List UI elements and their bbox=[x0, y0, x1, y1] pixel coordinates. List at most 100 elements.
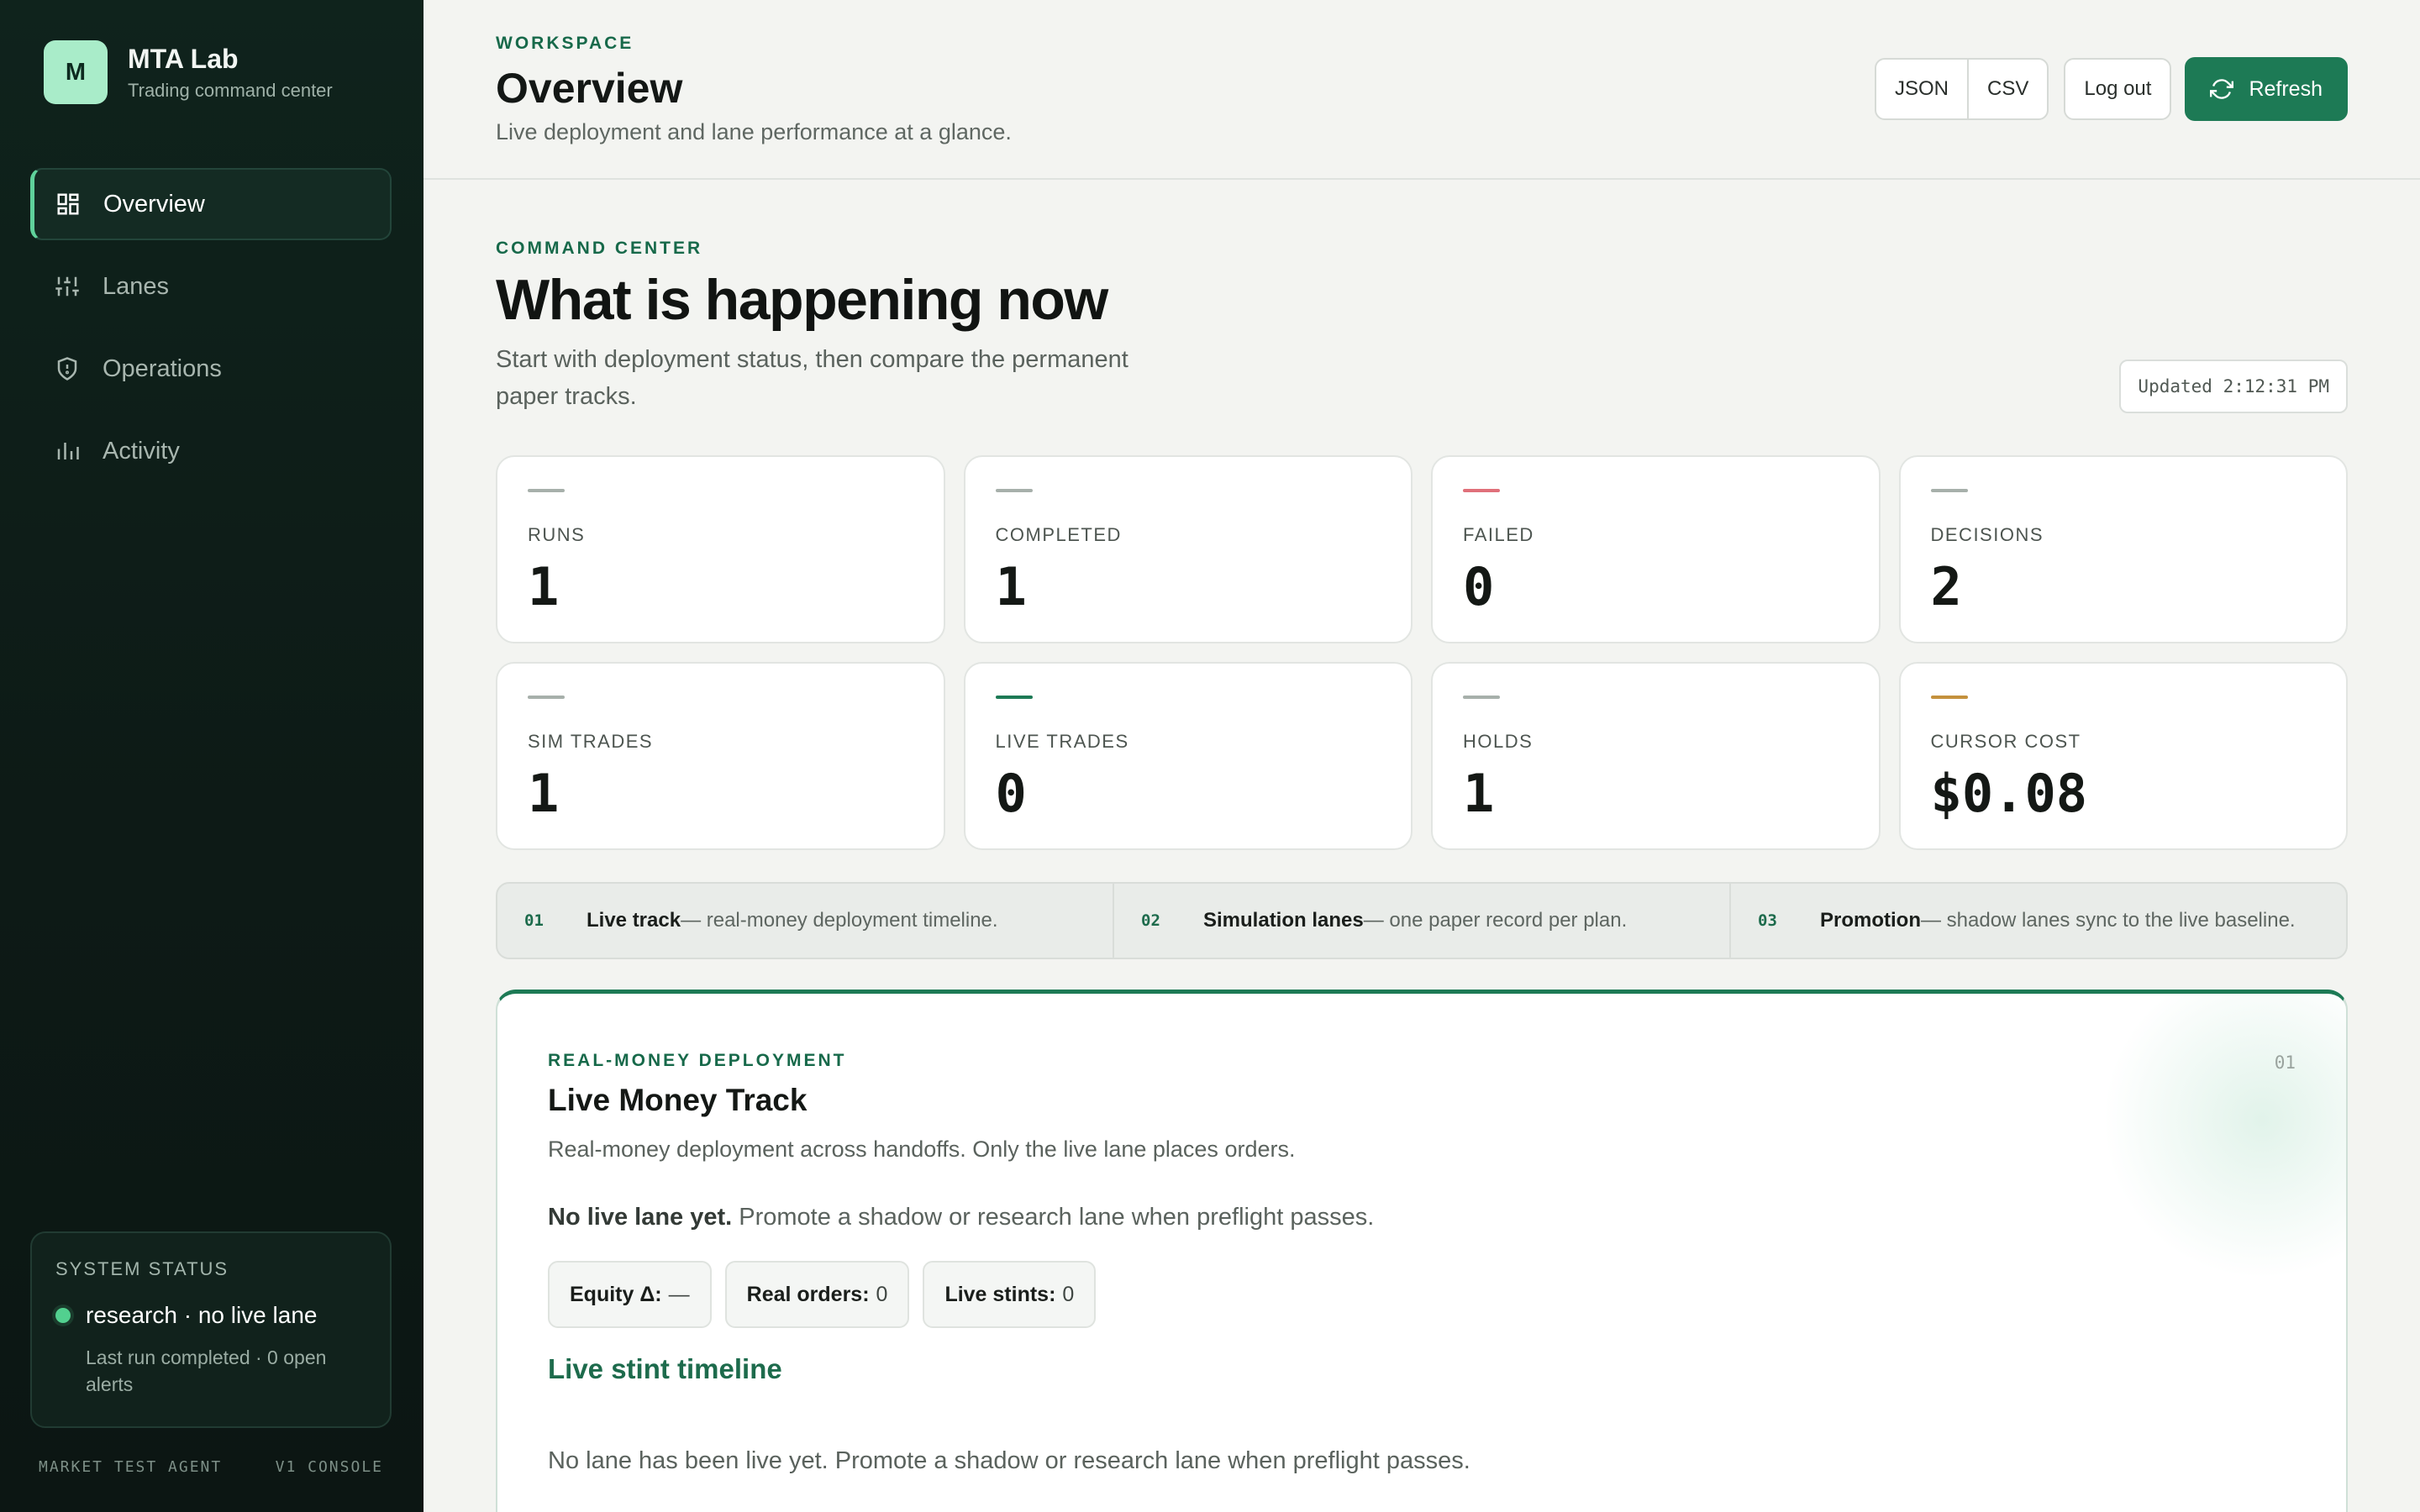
sidebar-item-label: Lanes bbox=[103, 272, 170, 300]
chip-equity-delta: Equity Δ: — bbox=[548, 1261, 712, 1328]
step-desc: — real-money deployment timeline. bbox=[681, 909, 998, 932]
live-metrics: Equity Δ: — Real orders: 0 Live stints: … bbox=[548, 1261, 1109, 1328]
chip-value: — bbox=[668, 1282, 690, 1306]
stat-card-completed: COMPLETED 1 bbox=[963, 455, 1413, 643]
command-center-subtitle: Start with deployment status, then compa… bbox=[496, 346, 1128, 410]
bar-chart-icon bbox=[54, 438, 81, 465]
stat-card-holds: HOLDS 1 bbox=[1431, 662, 1881, 850]
chip-real-orders: Real orders: 0 bbox=[724, 1261, 910, 1328]
step-number: 01 bbox=[524, 911, 544, 930]
brand-name: MTA Lab bbox=[128, 43, 239, 74]
sidebar-item-operations[interactable]: Operations bbox=[30, 333, 392, 405]
stat-accent-bar bbox=[528, 696, 565, 699]
export-group: JSON CSV bbox=[1875, 58, 2049, 120]
chip-label: Live stints: bbox=[944, 1282, 1056, 1306]
command-center-eyebrow: COMMAND CENTER bbox=[496, 239, 703, 258]
step-title: Live track bbox=[587, 909, 681, 932]
stat-label: CURSOR COST bbox=[1930, 731, 2081, 752]
stat-value: 1 bbox=[995, 556, 1027, 617]
step-live-track: 01 Live track — real-money deployment ti… bbox=[497, 884, 1113, 958]
live-stint-timeline-title: Live stint timeline bbox=[548, 1353, 782, 1384]
sidebar-item-overview[interactable]: Overview bbox=[30, 168, 392, 240]
stat-card-runs: RUNS 1 bbox=[496, 455, 945, 643]
refresh-label: Refresh bbox=[2249, 76, 2323, 101]
stat-accent-bar bbox=[1930, 489, 1968, 492]
export-csv-button[interactable]: CSV bbox=[1967, 60, 2047, 118]
live-card-message: No live lane yet. Promote a shadow or re… bbox=[548, 1204, 1374, 1231]
step-number: 02 bbox=[1141, 911, 1160, 930]
brand[interactable]: M MTA Lab Trading command center bbox=[44, 40, 333, 104]
stat-accent-bar bbox=[528, 489, 565, 492]
step-desc: — one paper record per plan. bbox=[1363, 909, 1628, 932]
sidebar-item-lanes[interactable]: Lanes bbox=[30, 250, 392, 323]
page-subtitle: Live deployment and lane performance at … bbox=[496, 119, 1012, 144]
system-status-card: SYSTEM STATUS research · no live lane La… bbox=[30, 1231, 392, 1428]
stat-card-sim-trades: SIM TRADES 1 bbox=[496, 662, 945, 850]
step-desc: — shadow lanes sync to the live baseline… bbox=[1921, 909, 2296, 932]
refresh-button[interactable]: Refresh bbox=[2185, 57, 2348, 121]
shield-icon bbox=[54, 355, 81, 382]
stat-accent-bar bbox=[1463, 696, 1500, 699]
logout-button[interactable]: Log out bbox=[2064, 58, 2172, 120]
stat-value: 1 bbox=[528, 763, 560, 824]
sidebar-item-activity[interactable]: Activity bbox=[30, 415, 392, 487]
stat-label: FAILED bbox=[1463, 524, 1534, 545]
stat-label: HOLDS bbox=[1463, 731, 1534, 752]
sidebar-nav: Overview Lanes Operations Activity bbox=[30, 168, 392, 497]
message-bold: No live lane yet. bbox=[548, 1204, 733, 1231]
stat-accent-bar bbox=[995, 696, 1033, 699]
chip-label: Real orders: bbox=[746, 1282, 870, 1306]
sliders-icon bbox=[54, 273, 81, 300]
status-state: research · no live lane bbox=[86, 1302, 318, 1328]
stat-accent-bar bbox=[1463, 489, 1500, 492]
sidebar-item-label: Operations bbox=[103, 354, 222, 382]
message-rest: Promote a shadow or research lane when p… bbox=[732, 1204, 1375, 1231]
stat-label: LIVE TRADES bbox=[995, 731, 1129, 752]
workflow-steps: 01 Live track — real-money deployment ti… bbox=[496, 882, 2348, 959]
header-actions: JSON CSV Log out Refresh bbox=[1875, 57, 2348, 121]
sidebar-item-label: Activity bbox=[103, 437, 180, 465]
brand-subtitle: Trading command center bbox=[128, 79, 333, 101]
stat-label: SIM TRADES bbox=[528, 731, 654, 752]
live-money-track-card: REAL-MONEY DEPLOYMENT 01 Live Money Trac… bbox=[496, 990, 2348, 1512]
page-title: Overview bbox=[496, 65, 683, 112]
stats-grid: RUNS 1 COMPLETED 1 FAILED 0 DECISIONS 2 … bbox=[496, 455, 2348, 850]
step-title: Promotion bbox=[1820, 909, 1921, 932]
live-card-eyebrow: REAL-MONEY DEPLOYMENT bbox=[548, 1051, 847, 1070]
stat-value: 1 bbox=[528, 556, 560, 617]
footer-product: MARKET TEST AGENT bbox=[39, 1458, 223, 1476]
stat-value: 0 bbox=[1463, 556, 1495, 617]
updated-timestamp: Updated 2:12:31 PM bbox=[2119, 360, 2348, 413]
chip-live-stints: Live stints: 0 bbox=[923, 1261, 1097, 1328]
stat-card-failed: FAILED 0 bbox=[1431, 455, 1881, 643]
stat-value: 1 bbox=[1463, 763, 1495, 824]
stat-label: COMPLETED bbox=[995, 524, 1122, 545]
stat-label: DECISIONS bbox=[1930, 524, 2044, 545]
sidebar: M MTA Lab Trading command center Overvie… bbox=[0, 0, 424, 1512]
export-json-button[interactable]: JSON bbox=[1876, 60, 1967, 118]
stat-accent-bar bbox=[995, 489, 1033, 492]
timeline-empty-state: No lane has been live yet. Promote a sha… bbox=[548, 1447, 1470, 1474]
live-card-title: Live Money Track bbox=[548, 1083, 808, 1117]
status-dot bbox=[55, 1308, 71, 1323]
chip-value: 0 bbox=[876, 1282, 888, 1306]
stat-card-live-trades: LIVE TRADES 0 bbox=[963, 662, 1413, 850]
step-simulation-lanes: 02 Simulation lanes — one paper record p… bbox=[1113, 884, 1729, 958]
page-header: WORKSPACE Overview Live deployment and l… bbox=[424, 0, 2420, 180]
stat-value: 0 bbox=[995, 763, 1027, 824]
step-number: 03 bbox=[1758, 911, 1777, 930]
dashboard-icon bbox=[55, 191, 82, 218]
stat-accent-bar bbox=[1930, 696, 1968, 699]
command-center-title: What is happening now bbox=[496, 268, 1108, 332]
stat-card-cursor-cost: CURSOR COST $0.08 bbox=[1898, 662, 2348, 850]
status-detail: Last run completed · 0 open alerts bbox=[86, 1347, 327, 1395]
refresh-icon bbox=[2210, 79, 2234, 99]
stat-card-decisions: DECISIONS 2 bbox=[1898, 455, 2348, 643]
header-eyebrow: WORKSPACE bbox=[496, 34, 634, 53]
brand-logo: M bbox=[44, 40, 108, 104]
stat-value: 2 bbox=[1930, 556, 1962, 617]
live-card-number: 01 bbox=[2274, 1053, 2296, 1073]
card-glow bbox=[2102, 994, 2346, 1279]
chip-label: Equity Δ: bbox=[570, 1282, 662, 1306]
stat-label: RUNS bbox=[528, 524, 586, 545]
